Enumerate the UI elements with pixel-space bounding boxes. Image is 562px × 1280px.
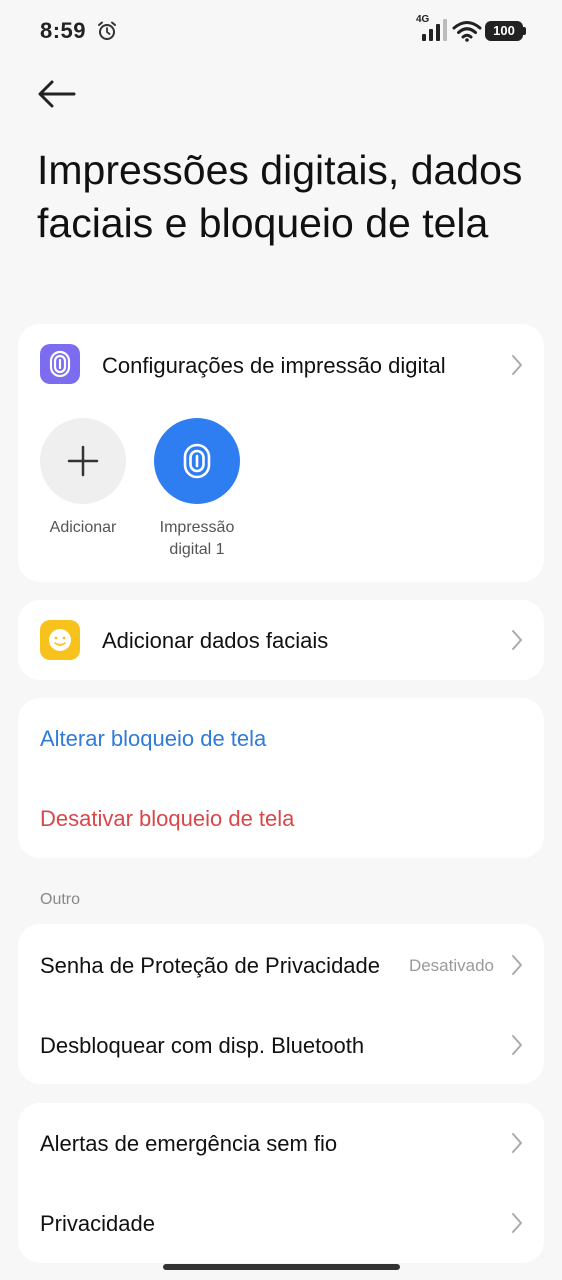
privacy-label: Privacidade (40, 1211, 155, 1236)
add-face-data-label: Adicionar dados faciais (102, 628, 329, 653)
wireless-emergency-alerts-label: Alertas de emergência sem fio (40, 1131, 338, 1156)
privacy-row[interactable]: Privacidade (18, 1183, 544, 1263)
fingerprint-settings-icon (40, 344, 80, 384)
fingerprint-settings-row[interactable]: Configurações de impressão digital (18, 324, 544, 406)
fingerprint-icon (183, 443, 211, 479)
home-indicator[interactable] (163, 1264, 400, 1270)
bluetooth-unlock-label: Desbloquear com disp. Bluetooth (40, 1033, 365, 1058)
fingerprint-settings-label: Configurações de impressão digital (102, 353, 446, 378)
disable-screen-lock-label: Desativar bloqueio de tela (40, 806, 295, 831)
privacy-protection-password-label: Senha de Proteção de Privacidade (40, 953, 381, 978)
section-title-other: Outro (40, 891, 81, 908)
wireless-emergency-alerts-row[interactable]: Alertas de emergência sem fio (18, 1103, 544, 1183)
chevron-right-icon (512, 1213, 522, 1233)
other-card: Senha de Proteção de Privacidade Desativ… (18, 924, 544, 1084)
chevron-right-icon (512, 1035, 522, 1055)
more-card: Alertas de emergência sem fio Privacidad… (18, 1103, 544, 1263)
status-bar: 8:59 4G 100 (0, 0, 562, 62)
chevron-right-icon (512, 955, 522, 975)
fingerprint-1-caption-line1: Impressão (159, 519, 235, 536)
cellular-signal-icon (422, 19, 447, 41)
page: 8:59 4G 100 Impressões digitais, dados f… (0, 0, 562, 1280)
face-icon (40, 620, 80, 660)
fingerprint-card: Configurações de impressão digital Adici… (18, 324, 544, 582)
chevron-right-icon (512, 1133, 522, 1153)
fingerprint-1-caption: Impressão digital 1 (142, 517, 252, 561)
change-screen-lock-row[interactable]: Alterar bloqueio de tela (18, 698, 544, 778)
privacy-protection-password-row[interactable]: Senha de Proteção de Privacidade Desativ… (18, 924, 544, 1004)
disable-screen-lock-row[interactable]: Desativar bloqueio de tela (18, 778, 544, 858)
add-face-data-row[interactable]: Adicionar dados faciais (18, 600, 544, 680)
screen-lock-card: Alterar bloqueio de tela Desativar bloqu… (18, 698, 544, 858)
privacy-protection-password-value: Desativado (408, 956, 494, 975)
fingerprint-1-button[interactable] (154, 418, 240, 504)
bluetooth-unlock-row[interactable]: Desbloquear com disp. Bluetooth (18, 1004, 544, 1084)
face-data-card: Adicionar dados faciais (18, 600, 544, 680)
chevron-right-icon (512, 355, 522, 375)
chevron-right-icon (512, 630, 522, 650)
wifi-icon (452, 21, 482, 42)
change-screen-lock-label: Alterar bloqueio de tela (40, 726, 267, 751)
add-fingerprint-button[interactable] (40, 418, 126, 504)
page-title: Impressões digitais, dados faciais e blo… (37, 147, 523, 246)
add-fingerprint-caption: Adicionar (49, 519, 117, 536)
fingerprint-1-caption-line2: digital 1 (169, 541, 225, 558)
battery-indicator: 100 (485, 21, 526, 41)
plus-icon (67, 445, 99, 477)
alarm-clock-icon (98, 21, 116, 40)
status-time: 8:59 (40, 18, 87, 43)
back-arrow-icon[interactable] (34, 76, 78, 112)
